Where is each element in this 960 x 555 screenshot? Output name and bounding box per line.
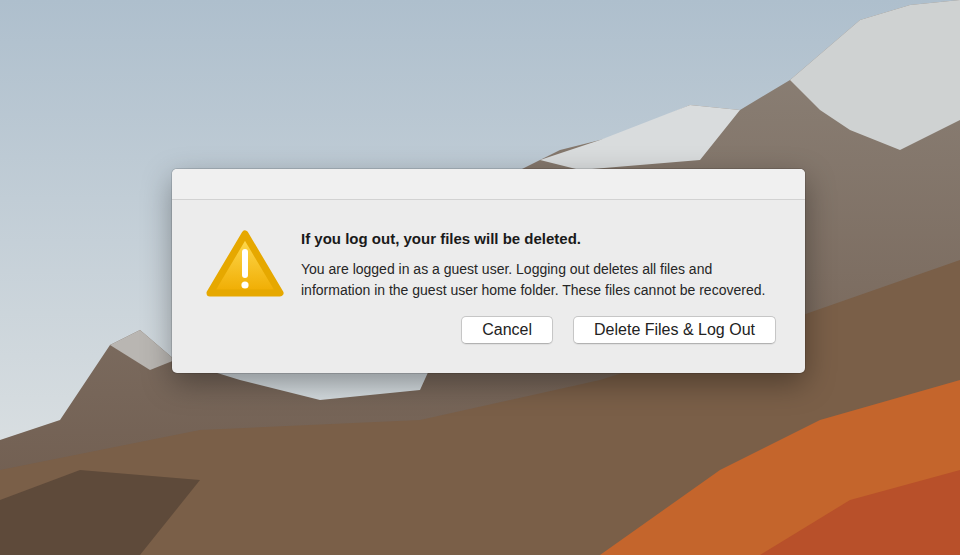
alert-message: You are logged in as a guest user. Loggi… <box>301 259 777 301</box>
dialog-button[interactable]: Cancel <box>461 316 553 344</box>
alert-title: If you log out, your files will be delet… <box>301 229 777 249</box>
alert-dialog: If you log out, your files will be delet… <box>172 169 805 373</box>
desktop: If you log out, your files will be delet… <box>0 0 960 555</box>
button-row: Cancel Delete Files & Log Out <box>172 301 805 373</box>
title-bar[interactable] <box>172 169 805 200</box>
warning-icon <box>205 227 285 299</box>
dialog-button[interactable]: Delete Files & Log Out <box>573 316 776 344</box>
